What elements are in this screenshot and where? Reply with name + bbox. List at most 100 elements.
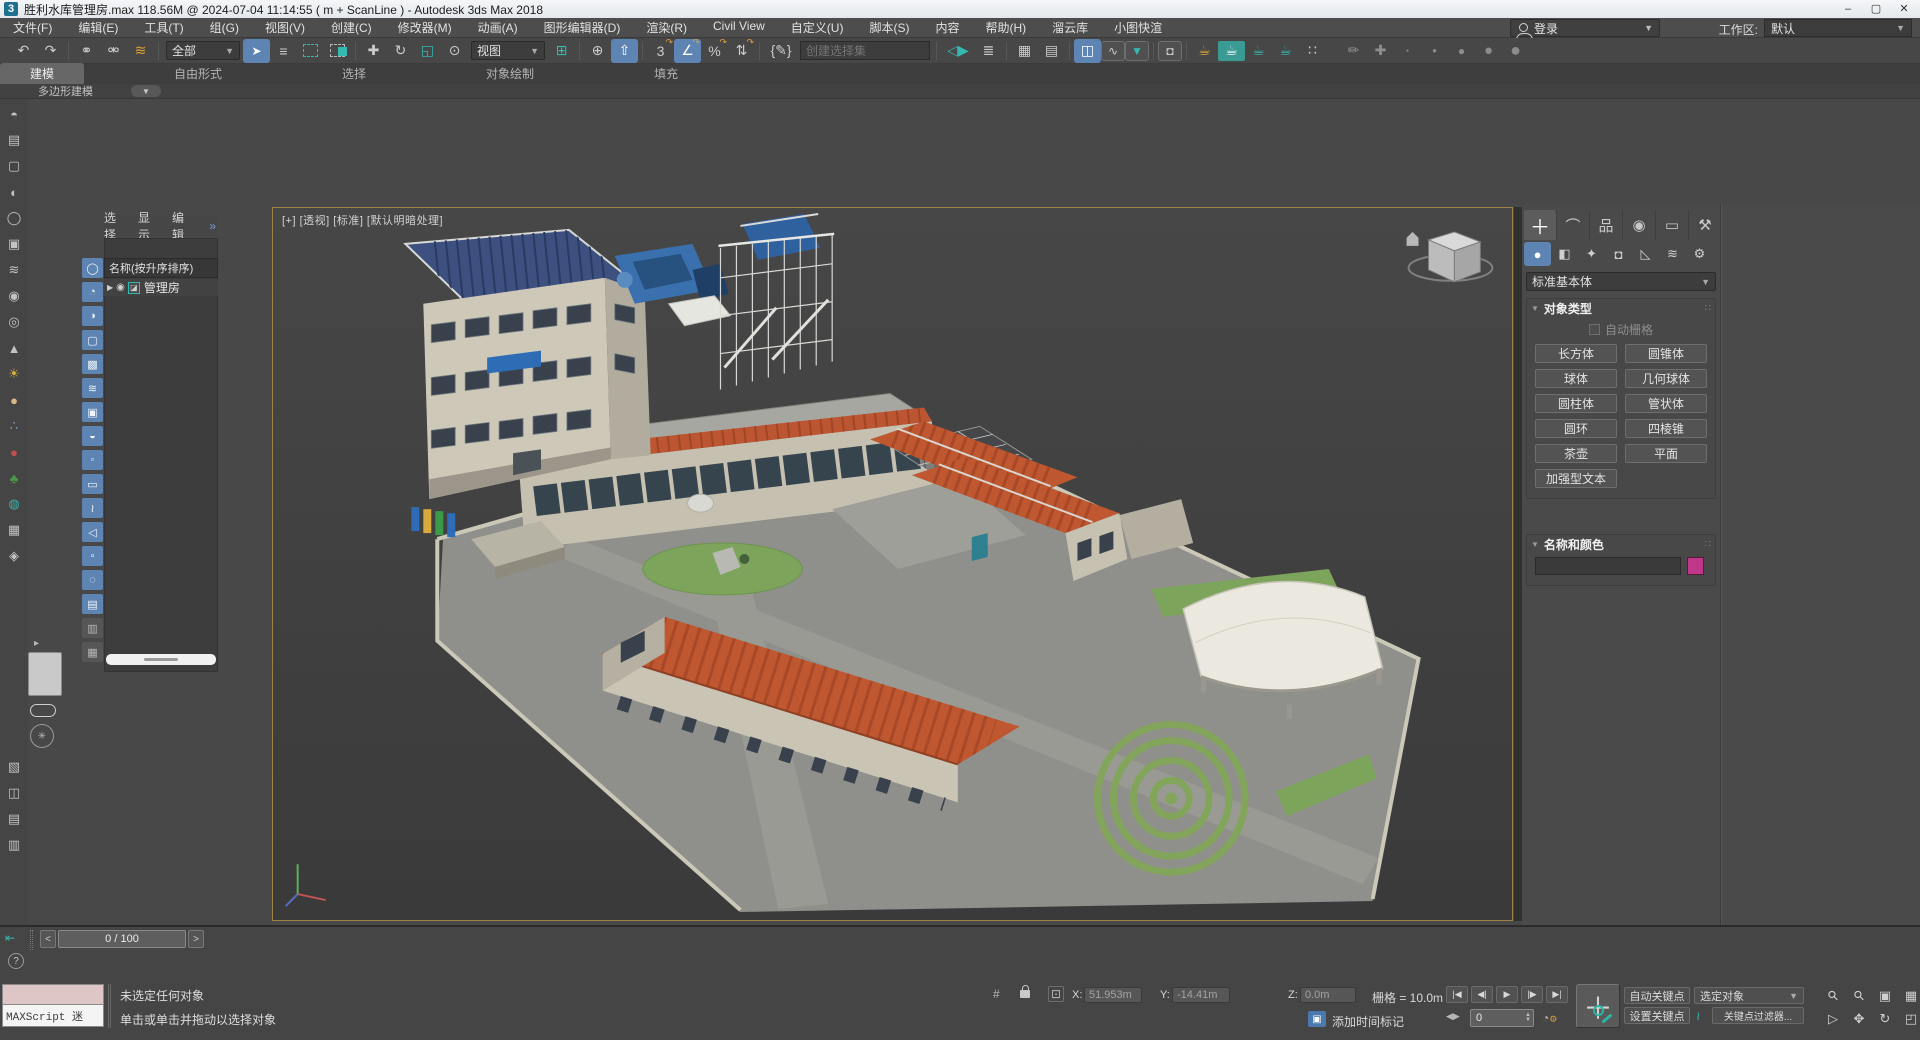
select-and-link-icon[interactable]: ⚭ [73, 39, 100, 63]
cameras-category-icon[interactable]: ◘ [1605, 242, 1632, 266]
menu-rendering[interactable]: 渲染(R) [633, 19, 700, 36]
explorer-h-scrollbar[interactable] [106, 654, 216, 665]
left-dock-icon-3[interactable]: ▤ [3, 808, 25, 830]
layer-explorer-icon[interactable]: ▤ [1038, 39, 1065, 63]
plane-button[interactable]: 平面 [1625, 444, 1707, 463]
unlink-selection-icon[interactable]: ⚮ [100, 39, 127, 63]
percent-snap-icon[interactable]: % [701, 39, 728, 63]
frame-back-button[interactable]: < [40, 930, 56, 948]
selection-filter-dropdown[interactable]: 全部 ▼ [166, 41, 240, 60]
object-color-swatch[interactable] [1687, 557, 1704, 575]
spacewarps-category-icon[interactable]: ≋ [1659, 242, 1686, 266]
render-in-cloud-icon[interactable]: ☕ [1272, 39, 1299, 63]
redo-icon[interactable]: ↷ [37, 39, 64, 63]
object-name-field[interactable] [1535, 557, 1681, 575]
key-filters-icon[interactable]: ≀ [1696, 1009, 1701, 1023]
left-tool-icon-17[interactable]: ▦ [3, 519, 25, 541]
ribbon-minimize-button[interactable]: ▼ [131, 85, 161, 97]
modify-tab[interactable]: ⌒ [1557, 210, 1590, 240]
menu-tools[interactable]: 工具(T) [131, 19, 196, 36]
sphere-button[interactable]: 球体 [1535, 369, 1617, 388]
menu-file[interactable]: 文件(F) [0, 19, 65, 36]
bind-to-space-warp-icon[interactable]: ≋ [127, 39, 154, 63]
shapes-category-icon[interactable]: ◧ [1551, 242, 1578, 266]
primitive-type-dropdown[interactable]: 标准基本体 ▼ [1526, 272, 1716, 291]
select-and-place-icon[interactable]: ⊙ [441, 39, 468, 63]
add-time-tag[interactable]: 添加时间标记 [1332, 1013, 1404, 1030]
filter-icon-12[interactable]: ◁ [82, 522, 103, 542]
named-selection-sets-input[interactable] [800, 41, 930, 60]
torus-button[interactable]: 圆环 [1535, 419, 1617, 438]
expand-icon[interactable]: ▶ [107, 283, 113, 292]
geometry-category-icon[interactable]: ● [1524, 242, 1551, 266]
go-to-end-button[interactable]: ▶| [1546, 986, 1568, 1003]
selection-set-dropdown[interactable]: 选定对象 ▼ [1694, 987, 1804, 1004]
filter-icon-11[interactable]: ≀ [82, 498, 103, 518]
menu-scripting[interactable]: 脚本(S) [856, 19, 922, 36]
zoom-all-icon[interactable]: ⚲ [1845, 981, 1874, 1010]
go-to-start-button[interactable]: |◀ [1446, 986, 1468, 1003]
set-keys-button[interactable]: ＋ [1576, 984, 1620, 1028]
utilities-tab[interactable]: ⚒ [1689, 210, 1722, 240]
select-and-scale-icon[interactable]: ◱ [414, 39, 441, 63]
time-configuration-icon[interactable]: ◔⚙ [1542, 1011, 1557, 1025]
adaptive-degradation-icon[interactable]: ◀▶ [1446, 1011, 1460, 1022]
menu-thumb-render[interactable]: 小图快渲 [1101, 19, 1175, 36]
menu-content[interactable]: 内容 [922, 19, 972, 36]
absolute-mode-icon[interactable]: ⊡ [1048, 986, 1064, 1002]
help-icon[interactable]: ? [8, 953, 24, 969]
signin-button[interactable]: 登录 ▼ [1510, 19, 1660, 37]
menu-civil-view[interactable]: Civil View [700, 19, 778, 36]
filter-icon-14[interactable]: ◌ [82, 570, 103, 590]
workspace-dropdown[interactable]: 默认 ▼ [1764, 19, 1912, 37]
maximize-button[interactable]: ▢ [1862, 0, 1890, 17]
menu-liuyunku[interactable]: 溜云库 [1039, 19, 1101, 36]
filter-icon-4[interactable]: ▢ [82, 330, 103, 350]
undo-icon[interactable]: ↶ [10, 39, 37, 63]
isolate-selection-icon[interactable]: ▣ [1308, 1011, 1326, 1027]
menu-graph-editors[interactable]: 图形编辑器(D) [531, 19, 634, 36]
select-by-name-icon[interactable]: ≡ [270, 39, 297, 63]
previous-frame-button[interactable]: ◀| [1471, 986, 1493, 1003]
cone-button[interactable]: 圆锥体 [1625, 344, 1707, 363]
frame-forward-button[interactable]: > [188, 930, 204, 948]
brush-size-4-icon[interactable]: ● [1475, 39, 1502, 63]
ribbon-tab-populate[interactable]: 填充 [624, 63, 708, 84]
tube-button[interactable]: 管状体 [1625, 394, 1707, 413]
left-dock-swatch[interactable] [28, 652, 62, 696]
filter-icon-15[interactable]: ▤ [82, 594, 103, 614]
menu-customize[interactable]: 自定义(U) [778, 19, 857, 36]
x-coordinate-field[interactable]: 51.953m [1084, 987, 1142, 1003]
zoom-extents-icon[interactable]: ▣ [1874, 986, 1896, 1005]
filter-icon-9[interactable]: ◦ [82, 450, 103, 470]
steering-wheel-icon[interactable]: ✳ [30, 724, 54, 748]
filter-icon-1[interactable]: ◯ [82, 258, 103, 278]
left-tool-icon-15[interactable]: ♣ [3, 467, 25, 489]
trackbar-toggle-icon[interactable]: ⇤ [5, 931, 15, 945]
left-dock-icon-4[interactable]: ▥ [3, 834, 25, 856]
set-key-button[interactable]: 设置关键点 [1624, 1007, 1690, 1024]
play-button[interactable]: ▶ [1496, 986, 1518, 1003]
left-tool-icon-6[interactable]: ▣ [3, 233, 25, 255]
paint-add-icon[interactable]: ✚ [1367, 39, 1394, 63]
minimize-button[interactable]: – [1834, 0, 1862, 17]
select-and-move-icon[interactable]: ✚ [360, 39, 387, 63]
time-slider-value[interactable]: 0 / 100 [58, 930, 186, 948]
viewport-label[interactable]: [+] [透视] [标准] [默认明暗处理] [282, 212, 443, 228]
cylinder-button[interactable]: 圆柱体 [1535, 394, 1617, 413]
motion-tab[interactable]: ◉ [1623, 210, 1656, 240]
align-icon[interactable]: ≣ [975, 39, 1002, 63]
snap-3d-icon[interactable]: 3 [647, 39, 674, 63]
textplus-button[interactable]: 加强型文本 [1535, 469, 1617, 488]
ribbon-tab-freeform[interactable]: 自由形式 [144, 63, 252, 84]
z-coordinate-field[interactable]: 0.0m [1300, 987, 1356, 1003]
ribbon-toggle-icon[interactable]: ◫ [1074, 39, 1101, 63]
left-tool-icon-13[interactable]: ∴ [3, 415, 25, 437]
zoom-extents-all-icon[interactable]: ▦ [1900, 986, 1920, 1005]
viewport[interactable] [272, 207, 1513, 921]
left-dock-pill-icon[interactable] [30, 704, 56, 717]
statusbar-divider[interactable] [108, 984, 111, 1028]
filter-icon-10[interactable]: ▭ [82, 474, 103, 494]
left-tool-icon-12[interactable]: ● [3, 389, 25, 411]
selection-lock-icon[interactable] [1020, 990, 1030, 998]
